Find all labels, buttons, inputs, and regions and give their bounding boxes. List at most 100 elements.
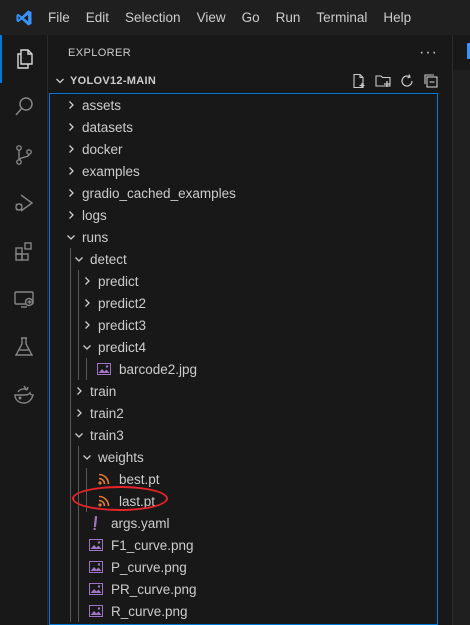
extensions-icon[interactable]: [0, 227, 48, 275]
tree-folder[interactable]: train3: [50, 424, 437, 446]
tree-file[interactable]: best.pt: [50, 468, 437, 490]
chevron-down-icon: [52, 76, 68, 86]
testing-icon[interactable]: [0, 323, 48, 371]
tree-folder[interactable]: predict2: [50, 292, 437, 314]
tree-item-label: predict: [98, 273, 139, 289]
menu-file[interactable]: File: [48, 0, 78, 35]
tree-folder[interactable]: predict3: [50, 314, 437, 336]
file-tree: assets datasets docker examples gradio_cache…: [49, 93, 438, 625]
explorer-sidebar: EXPLORER ··· YOLOV12-MAIN assets datasets…: [48, 35, 452, 625]
files-icon[interactable]: [0, 35, 48, 83]
refresh-icon[interactable]: [398, 72, 416, 90]
tree-file[interactable]: last.pt: [50, 490, 437, 512]
chevron-down-icon: [71, 424, 87, 446]
tree-file[interactable]: PR_curve.png: [50, 578, 437, 600]
indent-guide: [78, 292, 79, 314]
image-file-icon: [88, 556, 104, 578]
tree-folder[interactable]: examples: [50, 160, 437, 182]
image-file-icon: [88, 534, 104, 556]
image-file-icon: [96, 358, 112, 380]
chevron-right-icon: [63, 138, 79, 160]
tree-item-label: predict3: [98, 317, 147, 333]
indent-guide: [86, 490, 87, 512]
tree-item-label: examples: [82, 163, 140, 179]
tree-file[interactable]: args.yaml: [50, 512, 437, 534]
chevron-down-icon: [79, 446, 95, 468]
indent-guide: [86, 468, 87, 490]
indent-guide: [70, 578, 71, 600]
indent-guide: [78, 314, 79, 336]
run-debug-icon[interactable]: [0, 179, 48, 227]
explorer-title: EXPLORER: [68, 46, 132, 59]
editor-tab-edge[interactable]: [453, 35, 470, 70]
tree-item-label: barcode2.jpg: [119, 361, 198, 377]
tree-folder[interactable]: logs: [50, 204, 437, 226]
rss-file-icon: [96, 490, 112, 512]
tree-folder[interactable]: assets: [50, 94, 437, 116]
source-control-icon[interactable]: [0, 131, 48, 179]
more-actions-icon[interactable]: ···: [419, 44, 438, 62]
menu-help[interactable]: Help: [375, 0, 419, 35]
indent-guide: [86, 358, 87, 380]
chevron-right-icon: [63, 182, 79, 204]
menu-selection[interactable]: Selection: [117, 0, 189, 35]
chevron-right-icon: [63, 204, 79, 226]
menu-edit[interactable]: Edit: [78, 0, 117, 35]
explorer-actions: [350, 72, 452, 90]
tree-item-label: assets: [82, 97, 122, 113]
tree-item-label: train: [90, 383, 117, 399]
tree-item-label: predict4: [98, 339, 147, 355]
indent-guide: [78, 490, 79, 512]
tree-item-label: PR_curve.png: [111, 581, 197, 597]
tree-item-label: train2: [90, 405, 124, 421]
indent-guide: [70, 314, 71, 336]
chevron-down-icon: [71, 248, 87, 270]
chevron-down-icon: [79, 336, 95, 358]
tree-file[interactable]: P_curve.png: [50, 556, 437, 578]
tree-folder[interactable]: weights: [50, 446, 437, 468]
chevron-right-icon: [63, 94, 79, 116]
menu-view[interactable]: View: [189, 0, 234, 35]
tree-item-label: docker: [82, 141, 123, 157]
tree-item-label: P_curve.png: [111, 559, 187, 575]
remote-explorer-icon[interactable]: [0, 275, 48, 323]
tree-folder[interactable]: datasets: [50, 116, 437, 138]
tree-folder[interactable]: predict: [50, 270, 437, 292]
tree-item-label: F1_curve.png: [111, 537, 194, 553]
workspace-root[interactable]: YOLOV12-MAIN: [48, 70, 452, 92]
image-file-icon: [88, 578, 104, 600]
chevron-down-icon: [63, 226, 79, 248]
search-icon[interactable]: [0, 83, 48, 131]
tree-item-label: train3: [90, 427, 124, 443]
menu-bar: File Edit Selection View Go Run Terminal…: [48, 0, 419, 35]
indent-guide: [70, 468, 71, 490]
tree-file[interactable]: barcode2.jpg: [50, 358, 437, 380]
indent-guide: [78, 512, 79, 534]
new-folder-icon[interactable]: [374, 72, 392, 90]
indent-guide: [78, 468, 79, 490]
indent-guide: [70, 600, 71, 622]
collapse-all-icon[interactable]: [422, 72, 440, 90]
new-file-icon[interactable]: [350, 72, 368, 90]
tree-folder[interactable]: predict4: [50, 336, 437, 358]
menu-terminal[interactable]: Terminal: [308, 0, 375, 35]
activity-bar: [0, 35, 48, 625]
tree-folder[interactable]: gradio_cached_examples: [50, 182, 437, 204]
indent-guide: [70, 358, 71, 380]
chevron-right-icon: [63, 116, 79, 138]
tree-folder[interactable]: docker: [50, 138, 437, 160]
docker-whale-icon[interactable]: [0, 371, 48, 419]
tree-file[interactable]: F1_curve.png: [50, 534, 437, 556]
chevron-right-icon: [79, 314, 95, 336]
tree-item-label: args.yaml: [111, 515, 170, 531]
tree-folder[interactable]: detect: [50, 248, 437, 270]
indent-guide: [70, 512, 71, 534]
tree-file[interactable]: R_curve.png: [50, 600, 437, 622]
menu-go[interactable]: Go: [234, 0, 268, 35]
tree-folder[interactable]: train2: [50, 402, 437, 424]
menu-run[interactable]: Run: [268, 0, 309, 35]
chevron-right-icon: [79, 270, 95, 292]
tree-folder[interactable]: train: [50, 380, 437, 402]
yaml-file-icon: [88, 512, 104, 534]
tree-folder[interactable]: runs: [50, 226, 437, 248]
